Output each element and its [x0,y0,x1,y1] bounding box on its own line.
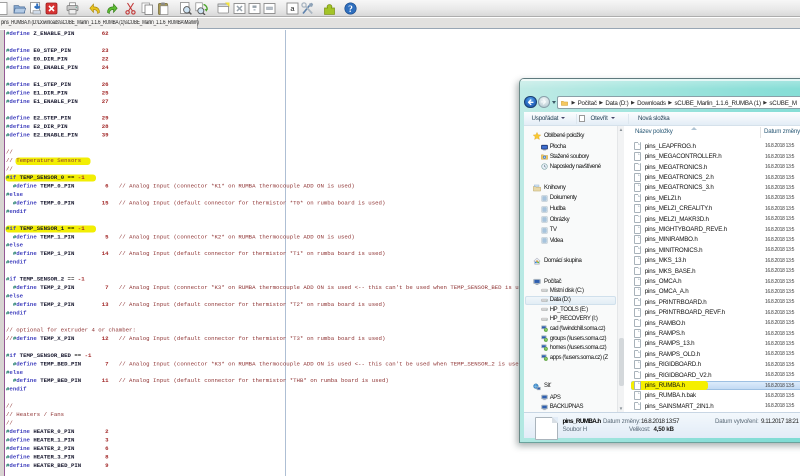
svg-text:?: ? [348,5,353,15]
